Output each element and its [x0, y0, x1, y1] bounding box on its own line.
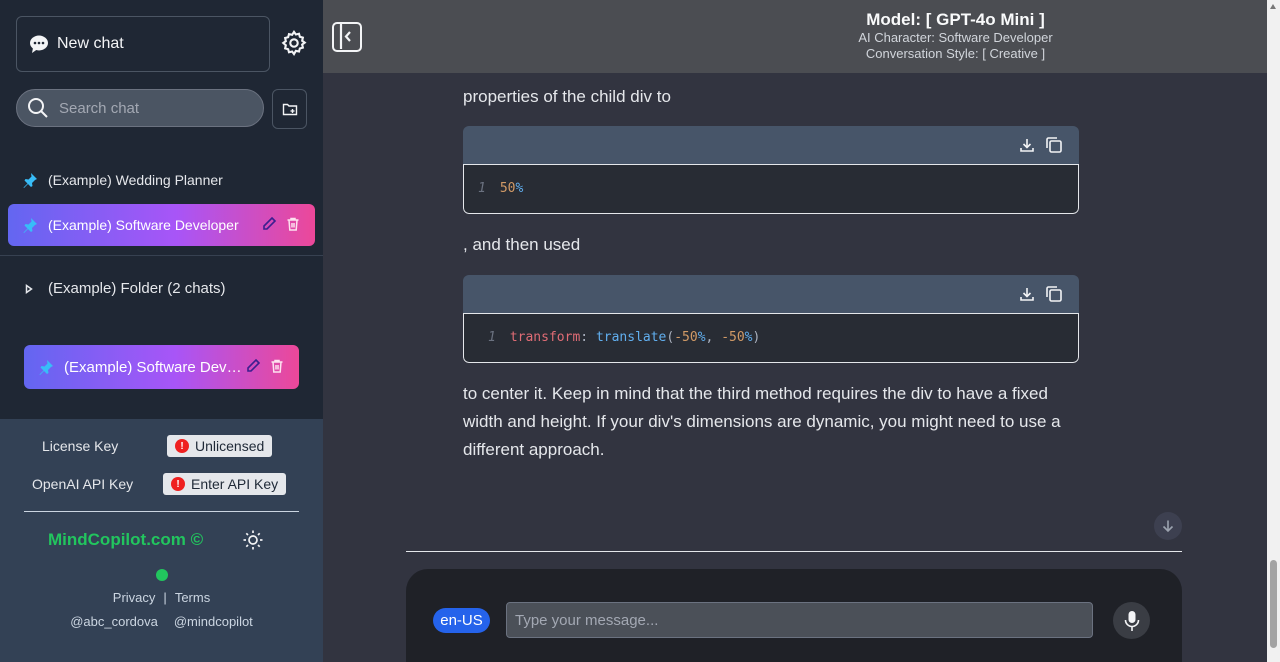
search-icon: [28, 98, 48, 118]
code-block-header: [463, 126, 1079, 164]
code-paren: ): [752, 330, 761, 345]
footer-divider: [24, 511, 299, 512]
privacy-link[interactable]: Privacy: [113, 590, 156, 605]
line-number: 1: [488, 330, 496, 345]
code-colon: :: [580, 330, 596, 345]
ai-character: AI Character: Software Developer: [858, 30, 1053, 45]
sidebar-divider: [0, 255, 323, 256]
download-icon[interactable]: [1019, 286, 1035, 302]
code-unit: %: [515, 181, 524, 196]
microphone-icon: [1124, 610, 1139, 631]
code-number: 50: [499, 181, 516, 196]
license-status-button[interactable]: ! Unlicensed: [167, 435, 273, 457]
license-status-text: Unlicensed: [195, 438, 265, 454]
edit-icon[interactable]: [245, 358, 261, 374]
code-comma: ,: [705, 330, 722, 345]
conversation-style: Conversation Style: [ Creative ]: [865, 46, 1046, 61]
footer-links: Privacy | Terms: [0, 590, 323, 605]
social-link-abc-cordova[interactable]: @abc_cordova: [70, 614, 158, 629]
search-input[interactable]: [59, 99, 249, 117]
copy-icon[interactable]: [1045, 136, 1063, 154]
api-key-button-text: Enter API Key: [191, 476, 279, 492]
alert-icon: !: [171, 477, 185, 491]
folder-title: (Example) Folder (2 chats): [48, 280, 226, 297]
code-block: 1 50%: [463, 126, 1079, 214]
copy-icon[interactable]: [1045, 285, 1063, 303]
collapse-sidebar-icon: [339, 24, 351, 49]
chat-divider: [406, 551, 1182, 552]
message-input[interactable]: [506, 602, 1093, 638]
chat-input-area: en-US: [406, 569, 1182, 662]
license-key-label: License Key: [42, 438, 119, 454]
status-dot: [156, 569, 168, 581]
chat-item-software-developer[interactable]: (Example) Software Developer: [8, 204, 315, 246]
caret-right-icon: [25, 283, 33, 294]
alert-icon: !: [175, 439, 189, 453]
social-link-mindcopilot[interactable]: @mindcopilot: [174, 614, 253, 629]
scrollbar-thumb[interactable]: [1270, 560, 1277, 648]
code-block: 1 transform: translate(-50%, -50%): [463, 275, 1079, 363]
social-links: @abc_cordova @mindcopilot: [0, 614, 323, 629]
scroll-up-arrow-icon[interactable]: [1270, 4, 1276, 9]
new-chat-label: New chat: [57, 35, 124, 52]
link-separator: |: [163, 590, 167, 605]
search-box: [16, 89, 264, 127]
code-unit: %: [697, 330, 706, 345]
scroll-to-bottom-button[interactable]: [1154, 512, 1182, 540]
code-number: -50: [721, 330, 745, 345]
model-info: Model: [ GPT-4o Mini ] AI Character: Sof…: [813, 10, 1098, 62]
top-bar: Model: [ GPT-4o Mini ] AI Character: Sof…: [323, 0, 1267, 73]
trash-icon[interactable]: [285, 216, 301, 232]
sidebar-toggle-button[interactable]: [332, 22, 362, 52]
sidebar: New chat (Example) Wedding Planner (Exam…: [0, 0, 323, 662]
folder-chat-item[interactable]: (Example) Software Developer: [24, 345, 299, 389]
message-paragraph: to center it. Keep in mind that the thir…: [463, 384, 1061, 459]
enter-api-key-button[interactable]: ! Enter API Key: [163, 473, 287, 495]
brand-link[interactable]: MindCopilot.com ©: [48, 530, 203, 550]
page-scrollbar[interactable]: [1267, 0, 1280, 662]
terms-link[interactable]: Terms: [175, 590, 210, 605]
chat-title: (Example) Software Developer: [64, 358, 244, 376]
code-line: 1 50%: [463, 164, 1079, 214]
pin-icon: [23, 173, 37, 188]
code-function: translate: [595, 330, 667, 345]
code-unit: %: [744, 330, 753, 345]
download-icon[interactable]: [1019, 137, 1035, 153]
microphone-button[interactable]: [1113, 602, 1150, 639]
code-line: 1 transform: translate(-50%, -50%): [463, 313, 1079, 363]
message-paragraph: properties of the child div to: [463, 87, 671, 106]
gear-icon[interactable]: [280, 29, 308, 57]
code-paren: (: [666, 330, 675, 345]
chat-title: (Example) Software Developer: [48, 217, 239, 233]
arrow-down-icon: [1162, 520, 1174, 533]
trash-icon[interactable]: [269, 358, 285, 374]
edit-icon[interactable]: [261, 216, 277, 232]
folder-item[interactable]: (Example) Folder (2 chats): [24, 280, 226, 297]
language-badge[interactable]: en-US: [433, 608, 490, 633]
chat-item-wedding-planner[interactable]: (Example) Wedding Planner: [22, 170, 223, 190]
code-property: transform: [509, 330, 581, 345]
line-number: 1: [478, 181, 486, 196]
model-title: Model: [ GPT-4o Mini ]: [866, 10, 1045, 29]
folder-plus-icon: [282, 103, 297, 116]
api-key-label: OpenAI API Key: [32, 476, 134, 492]
new-folder-button[interactable]: [272, 89, 307, 129]
message-paragraph: , and then used: [463, 235, 581, 254]
chat-title: (Example) Wedding Planner: [48, 172, 223, 188]
new-chat-button[interactable]: New chat: [16, 16, 270, 72]
pin-icon: [39, 360, 53, 375]
chat-bubble-icon: [30, 35, 48, 53]
code-number: -50: [674, 330, 698, 345]
sidebar-footer: License Key ! Unlicensed OpenAI API Key …: [0, 419, 323, 662]
sun-icon[interactable]: [243, 530, 263, 550]
pin-icon: [23, 218, 37, 233]
code-block-header: [463, 275, 1079, 313]
